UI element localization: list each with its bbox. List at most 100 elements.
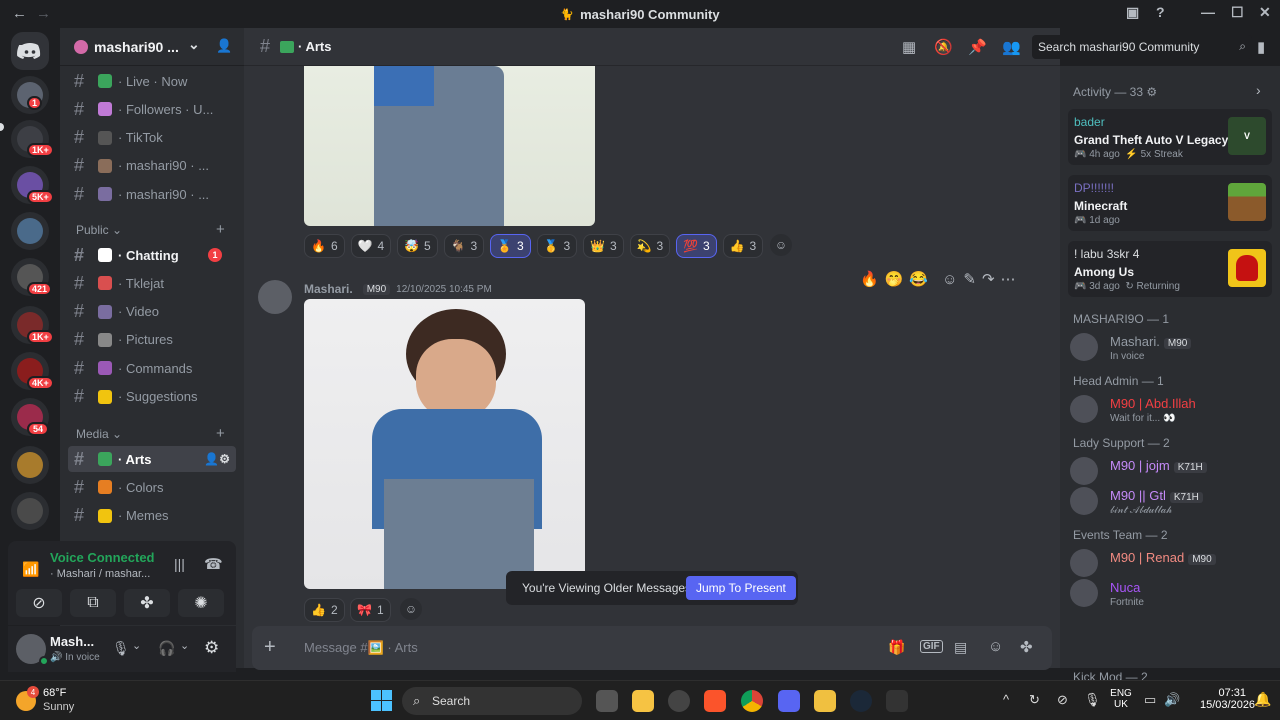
network-off-icon[interactable]: ⊘ bbox=[1057, 692, 1068, 708]
server-icon[interactable] bbox=[11, 446, 49, 484]
reaction-chip[interactable]: 🤍 4 bbox=[350, 234, 392, 258]
activity-card[interactable]: ! labu 3skr 4 Among Us 🎮 3d ago ↻ Return… bbox=[1068, 241, 1272, 297]
quick-reaction-laugh[interactable]: 😂 bbox=[909, 270, 928, 288]
language-indicator[interactable]: ENG UK bbox=[1110, 688, 1132, 710]
notification-muted-icon[interactable]: 🔕 bbox=[934, 38, 953, 56]
reaction-chip[interactable]: 🎀 1 bbox=[350, 598, 391, 622]
threads-icon[interactable]: ▦ bbox=[902, 38, 916, 56]
edit-icon[interactable]: ✎ bbox=[963, 270, 976, 288]
channel-item[interactable]: # · Memes bbox=[68, 503, 236, 529]
clock[interactable]: 07:31 15/03/2026 bbox=[1200, 687, 1255, 711]
notification-icon[interactable]: 🔔 bbox=[1254, 691, 1271, 708]
volume-icon[interactable]: 🔊 bbox=[1164, 692, 1180, 708]
help-icon[interactable]: ? bbox=[1156, 4, 1165, 20]
jump-to-present-button[interactable]: Jump To Present bbox=[686, 576, 796, 600]
message-input[interactable]: Message #🖼️ · Arts bbox=[304, 640, 804, 656]
steam-icon[interactable] bbox=[850, 690, 872, 712]
chevron-down-icon[interactable]: ⌄ bbox=[132, 639, 141, 652]
user-name[interactable]: Mash... bbox=[50, 634, 94, 649]
emoji-icon[interactable]: ☺ bbox=[988, 638, 1003, 655]
add-reaction-icon[interactable]: ☺ bbox=[770, 234, 792, 256]
channel-item[interactable]: # · Tklejat bbox=[68, 270, 236, 296]
inbox-icon[interactable]: ▣ bbox=[1126, 4, 1139, 21]
channel-item[interactable]: # · Suggestions bbox=[68, 384, 236, 410]
monitor-icon[interactable]: ▭ bbox=[1144, 692, 1156, 708]
quick-reaction-fire[interactable]: 🔥 bbox=[860, 270, 879, 288]
activity-card[interactable]: bader Grand Theft Auto V Legacy 🎮 4h ago… bbox=[1068, 109, 1272, 165]
activities-button[interactable]: ✤ bbox=[124, 589, 170, 617]
voice-status[interactable]: Voice Connected bbox=[50, 550, 155, 565]
search-input[interactable]: Search mashari90 Community ⌕ bbox=[1032, 35, 1252, 59]
reaction-chip[interactable]: 🤯 5 bbox=[397, 234, 438, 258]
settings-gear-icon[interactable]: ⚙ bbox=[204, 638, 219, 658]
channel-item[interactable]: # · Followers · U... bbox=[68, 96, 236, 122]
gif-icon[interactable]: GIF bbox=[920, 640, 943, 653]
microphone-icon[interactable]: 🎙 bbox=[1084, 692, 1101, 708]
member-row[interactable]: M90 || Gtl K71H 𝒷𝒾𝓃𝓉 𝒜𝒷𝒹𝓊𝓁𝓁𝒶𝒽 bbox=[1070, 484, 1270, 522]
server-header[interactable]: mashari90 ... ⌄ 👤 bbox=[60, 28, 244, 66]
windows-start-icon[interactable] bbox=[371, 690, 393, 712]
noise-suppression-icon[interactable]: ||| bbox=[174, 556, 185, 572]
channel-item[interactable]: # · Chatting 1 bbox=[68, 242, 236, 268]
soundboard-button[interactable]: ✺ bbox=[178, 589, 224, 617]
chevron-right-icon[interactable]: › bbox=[1256, 82, 1261, 98]
reaction-chip[interactable]: 🏅 3 bbox=[490, 234, 531, 258]
discord-home-button[interactable] bbox=[11, 32, 49, 70]
reaction-chip[interactable]: 🥇 3 bbox=[536, 234, 578, 258]
minimize-button[interactable]: — bbox=[1201, 4, 1215, 20]
channel-item[interactable]: # · TikTok bbox=[68, 125, 236, 151]
sync-icon[interactable]: ↻ bbox=[1029, 692, 1040, 708]
reaction-chip[interactable]: 👑 3 bbox=[583, 234, 624, 258]
weather-temp[interactable]: 68°F bbox=[43, 687, 66, 699]
channel-item[interactable]: # · mashari90 · ... bbox=[68, 153, 236, 179]
signal-icon[interactable]: 📶 bbox=[22, 561, 39, 578]
add-reaction-icon[interactable]: ☺ bbox=[400, 598, 422, 620]
plus-icon[interactable]: + bbox=[264, 636, 276, 659]
screen-share-button[interactable]: ⧉ bbox=[70, 589, 116, 617]
message-image[interactable] bbox=[304, 299, 585, 589]
apps-icon[interactable]: ✤ bbox=[1020, 638, 1033, 656]
channel-item[interactable]: # · Video bbox=[68, 299, 236, 325]
member-list-icon[interactable]: 👥 bbox=[1002, 38, 1021, 56]
add-channel-icon[interactable]: + bbox=[216, 221, 225, 238]
inbox-icon[interactable]: ▮ bbox=[1257, 38, 1265, 56]
author-name[interactable]: Mashari. bbox=[304, 282, 353, 296]
weather-desc[interactable]: Sunny bbox=[43, 701, 74, 713]
file-explorer-icon[interactable] bbox=[632, 690, 654, 712]
member-row[interactable]: M90 | Abd.Illah Wait for it... 👀 bbox=[1070, 392, 1270, 430]
channel-settings-icon[interactable]: 👤⚙ bbox=[204, 452, 230, 466]
microphone-icon[interactable]: 🎙 bbox=[112, 640, 130, 657]
server-icon[interactable] bbox=[11, 212, 49, 250]
category-public[interactable]: Public ⌄ bbox=[76, 223, 122, 237]
forward-arrow-icon[interactable]: → bbox=[36, 5, 51, 22]
category-media[interactable]: Media ⌄ bbox=[76, 427, 122, 441]
activity-header[interactable]: Activity — 33 ⚙ bbox=[1073, 85, 1157, 99]
server-icon[interactable] bbox=[11, 492, 49, 530]
app-icon[interactable] bbox=[814, 690, 836, 712]
member-row[interactable]: Mashari. M90 In voice bbox=[1070, 330, 1270, 368]
channel-item[interactable]: # · Live · Now bbox=[68, 68, 236, 94]
chevron-down-icon[interactable]: ⌄ bbox=[180, 639, 189, 652]
headphones-icon[interactable]: 🎧 bbox=[158, 640, 175, 657]
back-arrow-icon[interactable]: ← bbox=[12, 5, 27, 22]
chevron-down-icon[interactable]: ⌄ bbox=[188, 36, 200, 53]
taskbar-search[interactable]: ⌕ Search bbox=[402, 687, 582, 715]
voice-channel-name[interactable]: · Mashari / mashar... bbox=[50, 568, 150, 580]
quick-reaction-blush[interactable]: 🤭 bbox=[885, 270, 904, 288]
more-icon[interactable]: ⋯ bbox=[1001, 270, 1016, 288]
gift-icon[interactable]: 🎁 bbox=[888, 639, 905, 656]
member-row[interactable]: Nuca Fortnite bbox=[1070, 576, 1270, 614]
add-friend-icon[interactable]: 👤 bbox=[216, 38, 232, 54]
disconnect-icon[interactable]: ☎ bbox=[204, 555, 223, 573]
pin-icon[interactable]: 📌 bbox=[968, 38, 987, 56]
add-channel-icon[interactable]: + bbox=[216, 425, 225, 442]
message-image-previous[interactable] bbox=[304, 66, 595, 226]
sticker-icon[interactable]: ▤ bbox=[954, 639, 967, 656]
add-reaction-icon[interactable]: ☺ bbox=[942, 271, 957, 288]
maximize-button[interactable]: ☐ bbox=[1231, 4, 1244, 21]
channel-item[interactable]: # · Pictures bbox=[68, 327, 236, 353]
reaction-chip[interactable]: 👍 2 bbox=[304, 598, 345, 622]
brave-browser-icon[interactable] bbox=[704, 690, 726, 712]
app-icon[interactable] bbox=[668, 690, 690, 712]
tray-chevron-up-icon[interactable]: ^ bbox=[1003, 692, 1009, 707]
